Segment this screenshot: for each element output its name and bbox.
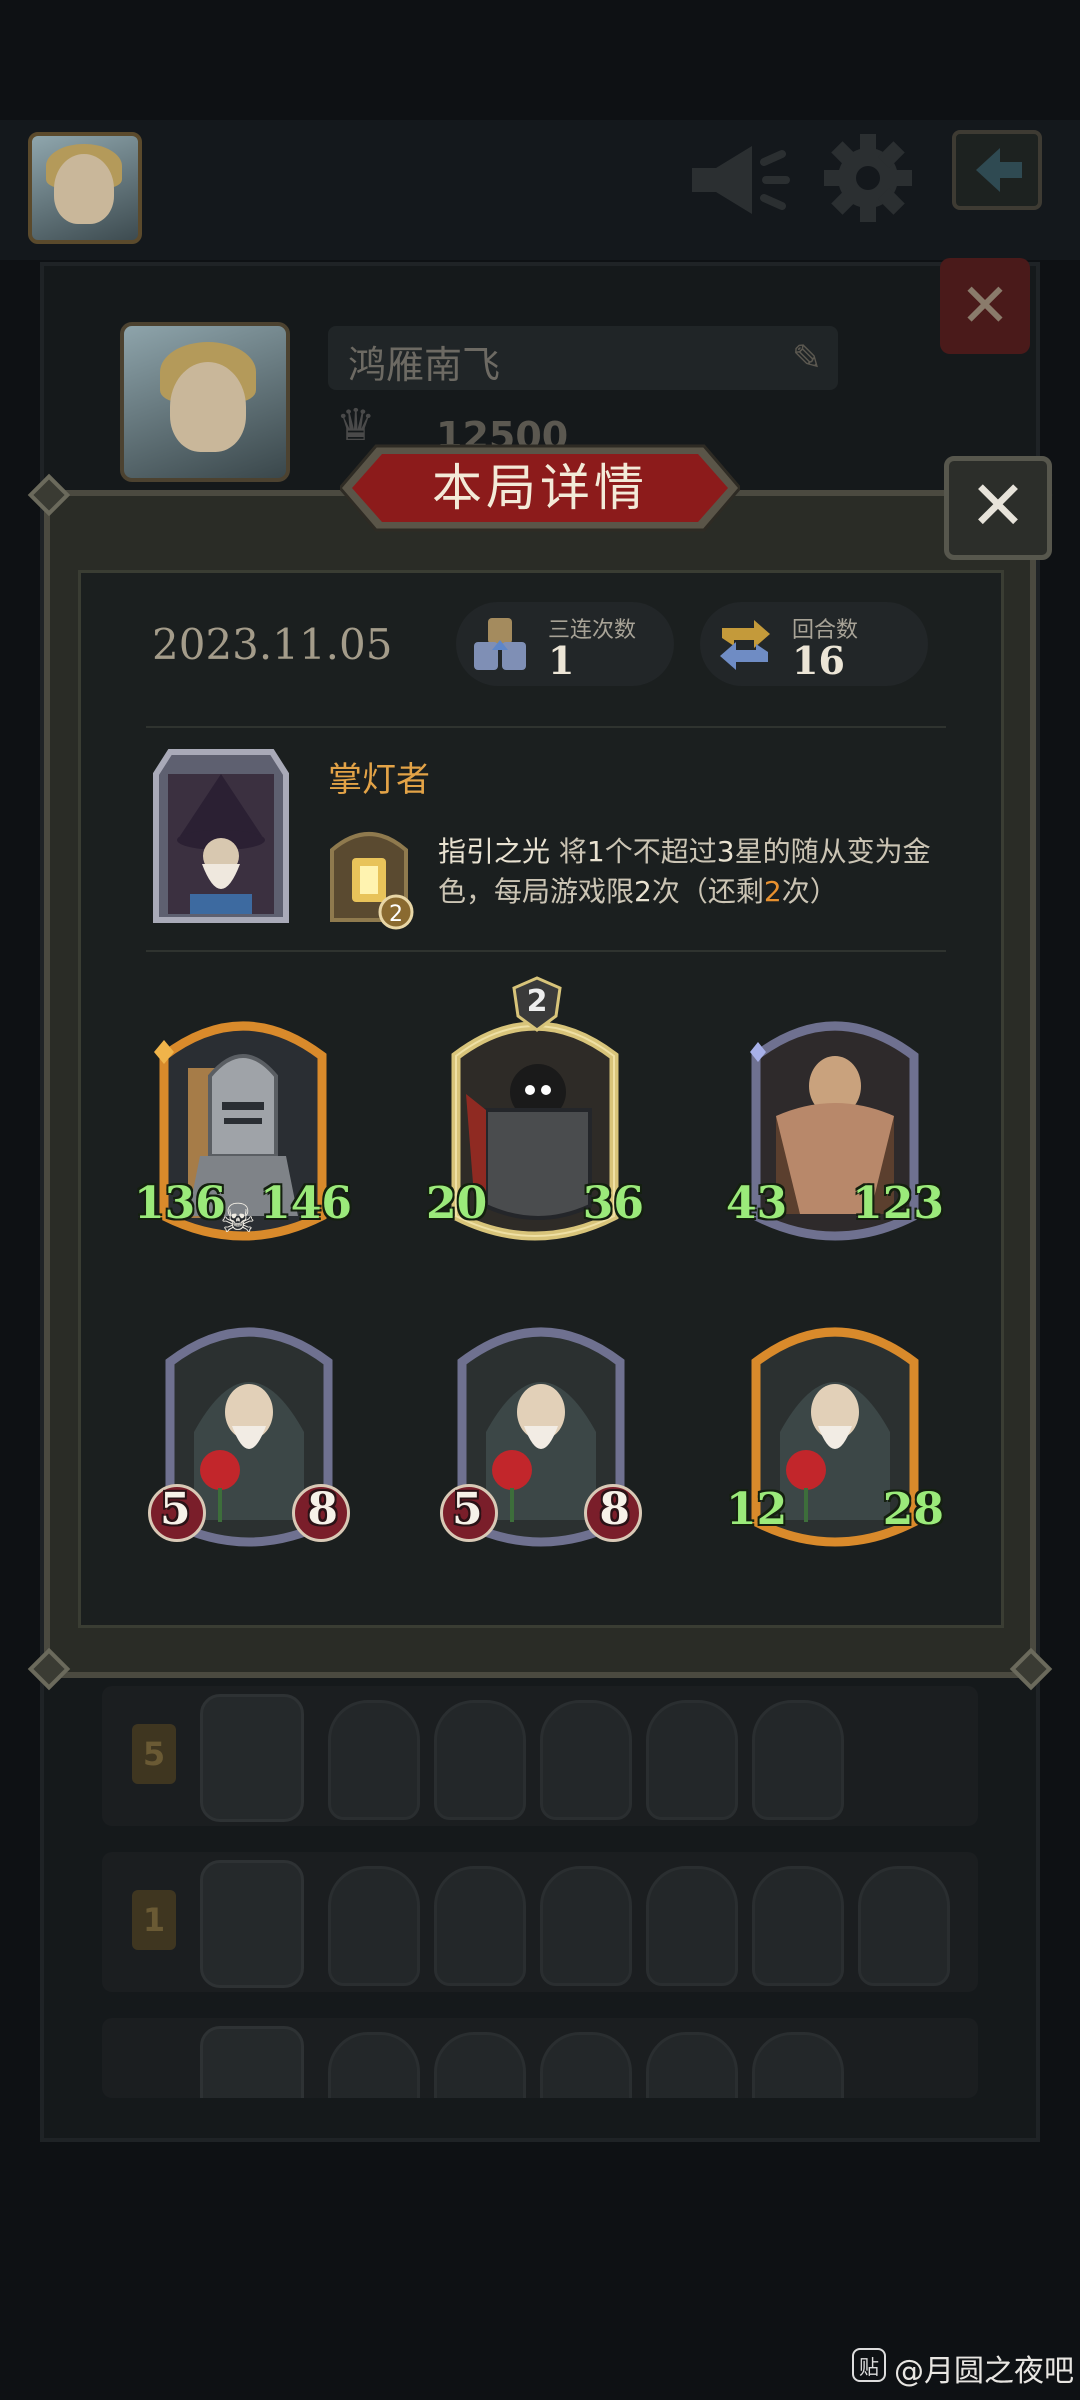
history-hero-portrait	[200, 2026, 304, 2098]
history-unit-card	[646, 1700, 738, 1820]
unit-health: 28	[882, 1484, 944, 1535]
triple-count-value: 1	[548, 638, 575, 683]
hero-name: 掌灯者	[328, 760, 430, 800]
triple-cards-icon	[474, 618, 526, 670]
unit-attack: 12	[726, 1484, 788, 1535]
history-unit-card	[328, 1866, 420, 1986]
unit-attack: 20	[426, 1178, 488, 1229]
top-bar	[0, 120, 1080, 260]
back-button[interactable]	[952, 130, 1042, 210]
edit-pencil-icon[interactable]: ✎	[792, 338, 822, 379]
history-row[interactable]: 5	[102, 1686, 978, 1826]
history-unit-card	[752, 1866, 844, 1986]
skill-charges: 2	[389, 902, 403, 927]
history-unit-card	[434, 1866, 526, 1986]
triple-count-stat: 三连次数 1	[456, 602, 674, 686]
history-hero-portrait	[200, 1860, 304, 1988]
settings-gear-icon[interactable]	[818, 128, 918, 228]
skull-icon: ☠	[220, 1196, 256, 1242]
history-unit-card	[540, 2032, 632, 2098]
skill-number: 3	[716, 835, 735, 868]
history-unit-card	[646, 2032, 738, 2098]
rounds-cycle-icon	[720, 620, 770, 670]
unit-health: 123	[852, 1178, 944, 1229]
lantern-skill-icon[interactable]: 2	[324, 820, 414, 930]
unit-card-rose-monk-golden[interactable]: 12 28	[726, 1312, 944, 1552]
history-unit-card	[328, 2032, 420, 2098]
modal-close-button[interactable]: ✕	[944, 456, 1052, 560]
rank-badge: 1	[132, 1890, 176, 1950]
watermark-text: @月圆之夜吧	[894, 2354, 1074, 2389]
player-avatar-top[interactable]	[28, 132, 142, 244]
history-unit-card	[540, 1866, 632, 1986]
history-unit-card	[540, 1700, 632, 1820]
skill-remaining-number: 2	[763, 875, 782, 908]
tieba-logo-icon: 贴	[852, 2348, 886, 2382]
close-icon: ✕	[969, 467, 1027, 546]
unit-attack: 136	[134, 1178, 226, 1229]
history-unit-card	[858, 1866, 950, 1986]
history-unit-card	[752, 2032, 844, 2098]
unit-attack: 5	[452, 1484, 483, 1535]
history-hero-portrait	[200, 1694, 304, 1822]
unit-health: 146	[260, 1178, 352, 1229]
unit-card-rose-monk[interactable]: 5 8	[148, 1312, 350, 1552]
profile-avatar[interactable]	[120, 322, 290, 482]
skill-name: 指引之光	[438, 835, 551, 868]
history-unit-card	[646, 1866, 738, 1986]
divider	[146, 726, 946, 728]
history-unit-card	[434, 2032, 526, 2098]
unit-health: 8	[599, 1484, 630, 1535]
divider	[146, 950, 946, 952]
modal-title: 本局详情	[432, 459, 648, 517]
skill-desc-part: 次（还剩	[651, 875, 764, 908]
unit-attack: 43	[726, 1178, 788, 1229]
close-icon: ✕	[959, 271, 1011, 341]
unit-health: 8	[307, 1484, 338, 1535]
unit-card-knight[interactable]: 136 ☠ 146	[134, 1006, 352, 1246]
back-arrow-icon	[976, 148, 1022, 192]
history-unit-card	[328, 1700, 420, 1820]
skill-number: 1	[586, 835, 605, 868]
unit-card-shield-goblin[interactable]: 2 20 36	[426, 976, 644, 1246]
unit-attack: 5	[160, 1484, 191, 1535]
profile-close-button[interactable]: ✕	[940, 258, 1030, 354]
history-unit-card	[434, 1700, 526, 1820]
player-name-field[interactable]: 鸿雁南飞 ✎	[328, 326, 838, 390]
unit-level: 2	[526, 984, 548, 1019]
round-count-value: 16	[792, 638, 845, 683]
skill-description: 指引之光 将1个不超过3星的随从变为金色，每局游戏限2次（还剩2次）	[438, 832, 958, 912]
history-row[interactable]: 1	[102, 1852, 978, 1992]
player-name: 鸿雁南飞	[348, 343, 501, 387]
skill-desc-part: 将	[550, 835, 587, 868]
unit-card-rose-monk[interactable]: 5 8	[440, 1312, 642, 1552]
history-unit-card	[752, 1700, 844, 1820]
unit-level-badge: 2	[512, 976, 562, 1032]
hero-portrait-lantern-keeper[interactable]	[150, 744, 292, 934]
announcement-speaker-icon[interactable]	[682, 140, 792, 220]
round-count-stat: 回合数 16	[700, 602, 928, 686]
match-date: 2023.11.05	[152, 620, 393, 669]
skill-number: 2	[634, 875, 652, 908]
unit-card-brute[interactable]: 43 123	[726, 1006, 944, 1246]
skill-desc-part: 次）	[781, 875, 838, 908]
unit-health: 36	[582, 1178, 644, 1229]
skill-desc-part: 个不超过	[604, 835, 717, 868]
history-row[interactable]	[102, 2018, 978, 2098]
rank-badge: 5	[132, 1724, 176, 1784]
